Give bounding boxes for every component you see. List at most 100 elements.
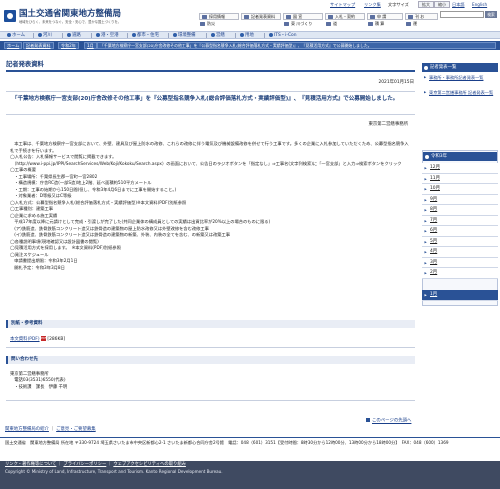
arrow-up-icon [366,418,370,422]
sidebar-heading[interactable]: 記者発表一覧 [422,63,498,72]
issuing-office: 東京第二営繕事務所 [368,122,408,127]
archive-month-current[interactable]: 1月 [422,290,498,301]
archive-month[interactable]: 2月 [422,268,498,279]
site-subtitle: 地域をひらく、未来をつなぐ。安全・安心で、豊かな国土づくりを。 [19,20,122,24]
footer-accessibility-link[interactable]: ウェブアクセシビリティへの取り組み [113,462,186,467]
archive-month[interactable]: 9月 [422,194,498,205]
lead-divider [6,91,415,92]
english-link[interactable]: English [472,2,487,8]
environment-nav-icon [172,33,177,37]
archive-month-link[interactable]: 12月 [430,165,440,170]
reference-pdf-link[interactable]: 本文資料(PDF) [10,337,40,342]
contact-info: 東京第二営繕事務所 電話03(3531)6550(代表) ・技術課 課長 伊藤 … [10,372,67,391]
contact-person: ・技術課 課長 伊藤 千明 [10,384,68,390]
shortcut-estimate[interactable]: 積 算 [367,21,384,28]
footer-address: 国土交通省 関東地方整備局 所在地 〒330-9724 埼玉県さいたま市中央区新… [5,440,449,445]
archive-month-link[interactable]: 10月 [430,186,440,191]
nav-divider [91,32,92,38]
link-separator: ｜ [57,462,63,467]
shortcut-recruit[interactable]: 採用情報 [199,13,239,20]
pagetop-text[interactable]: このページの先頭へ [372,419,411,424]
search-button[interactable]: 検索 [485,11,497,18]
its-nav-icon [268,33,273,37]
shortcut-disaster[interactable]: 防災 [199,21,215,28]
breadcrumb-press[interactable]: 記者発表資料 [23,42,54,49]
nav-divider [235,32,236,38]
nav-divider [127,32,128,38]
archive-month[interactable]: 10月 [422,184,498,195]
nav-road[interactable]: 道路 [66,32,81,39]
nav-building[interactable]: 営繕 [210,32,225,39]
archive-month[interactable]: 5月 [422,236,498,247]
nav-divider [168,32,169,38]
nav-divider [33,32,34,38]
nav-land[interactable]: 用地 [239,32,254,39]
shortcut-road[interactable]: 道 [325,21,337,28]
breadcrumb-home[interactable]: ホーム [4,42,23,49]
sidebar-link-office-press[interactable]: 事務所・事務所記者発表一覧 [422,75,498,81]
archive-year-heading[interactable]: 令和3年 [423,152,497,161]
nav-urban[interactable]: 都市・住宅 [131,32,159,39]
archive-month[interactable]: 4月 [422,247,498,258]
site-title[interactable]: 国土交通省関東地方整備局 [19,9,121,20]
archive-month[interactable]: 6月 [422,226,498,237]
shortcut-press[interactable]: 記者発表資料 [241,13,281,20]
archive-month-link[interactable]: 3月 [430,260,437,265]
contact-phone: 電話03(3531)6550(代表) [10,378,66,384]
breadcrumb-current: 「千葉地方検察庁一宮支部(20)庁舎改修その他工事」を『公募型指名競争入札(総合… [97,42,496,49]
nav-environment[interactable]: 環境整備 [172,32,196,39]
page-title: 記者発表資料 [6,61,44,68]
footer-copyright-link[interactable]: リンク・著作権等について [5,462,56,467]
archive-month[interactable]: 3月 [422,257,498,268]
bureau-intro-link[interactable]: 関東地方整備局の紹介 [5,427,49,432]
archive-month[interactable]: 11月 [422,173,498,184]
shortcut-bid[interactable]: 入札・契約 [325,13,365,20]
archive-month-link[interactable]: 5月 [430,239,437,244]
shortcut-river[interactable]: 東 川づくり [283,21,312,28]
archive-month-link[interactable]: 7月 [430,218,437,223]
shortcut-apply[interactable]: 申 請 [367,13,403,20]
nav-home[interactable]: ホーム [6,32,25,39]
reference-file-size: [286KB] [47,337,66,342]
font-larger-button[interactable]: 拡大 [418,1,434,8]
urban-nav-icon [131,33,136,37]
archive-month[interactable]: 7月 [422,215,498,226]
footer-privacy-link[interactable]: プライバシーポリシー [63,462,106,467]
link-separator: ｜ [50,427,55,432]
search-input[interactable] [440,11,484,18]
archive-month-link[interactable]: 2月 [430,270,437,275]
breadcrumb-year[interactable]: 令和2年 [58,42,79,49]
links-link[interactable]: リンク集 [364,2,381,8]
shortcut-publication[interactable]: 刊 お [405,13,438,20]
archive-month-link[interactable]: 1月 [430,292,437,297]
japanese-link[interactable]: 日本語 [452,2,465,8]
shortcut-transport[interactable]: 運 [405,21,417,28]
site-logo[interactable] [4,10,16,22]
archive-month-link[interactable]: 9月 [430,197,437,202]
feedback-link[interactable]: ご意見・ご要望募集 [56,427,96,432]
archive-month[interactable]: 12月 [422,163,498,174]
nav-port[interactable]: 港・空港 [95,32,119,39]
nav-river[interactable]: 河川 [37,32,52,39]
archive-month-link[interactable]: 4月 [430,249,437,254]
transport-icon [406,22,411,27]
section-divider [6,347,415,348]
archive-month-link[interactable]: 11月 [430,176,440,181]
nav-divider [206,32,207,38]
building-nav-icon [210,33,215,37]
archive-month[interactable]: 8月 [422,205,498,216]
breadcrumb-month[interactable]: 1月 [84,42,97,49]
press-headline: 「千葉地方検察庁一宮支部(20)庁舎改修その他工事」を『公募型指名競争入札(総合… [12,96,399,102]
sitemap-link[interactable]: サイトマップ [330,2,355,8]
river-nav-icon [37,33,42,37]
archive-month-link[interactable]: 6月 [430,228,437,233]
shortcut-map[interactable]: 図 宣 [283,13,323,20]
nav-its[interactable]: ITS・i-Con [268,32,297,39]
font-smaller-button[interactable]: 縮小 [434,1,450,8]
sidebar-link-tokyo2-press[interactable]: 東京第二営繕事務所 記者発表一覧 [422,90,498,96]
archive-month-link[interactable]: 8月 [430,207,437,212]
road-icon [326,22,331,27]
port-nav-icon [95,33,100,37]
pagetop-link[interactable]: このページの先頭へ [366,418,411,424]
recruit-icon [201,15,207,19]
